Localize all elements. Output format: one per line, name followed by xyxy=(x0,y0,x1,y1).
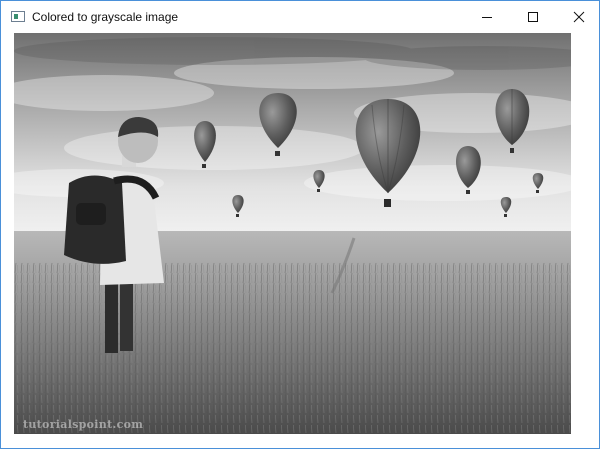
close-icon xyxy=(573,11,585,23)
watermark-text: tutorialspoint.com xyxy=(23,418,144,431)
minimize-icon xyxy=(482,17,492,18)
minimize-button[interactable] xyxy=(464,1,510,33)
photo-illustration xyxy=(14,33,571,434)
title-bar[interactable]: Colored to grayscale image xyxy=(1,1,599,33)
window-client-area: tutorialspoint.com xyxy=(1,33,599,448)
app-window: Colored to grayscale image tutorialspoin… xyxy=(0,0,600,449)
app-icon xyxy=(11,11,25,22)
grayscale-image: tutorialspoint.com xyxy=(14,33,571,434)
maximize-icon xyxy=(528,12,538,22)
window-title: Colored to grayscale image xyxy=(32,10,179,24)
maximize-button[interactable] xyxy=(510,1,556,33)
close-button[interactable] xyxy=(556,1,600,33)
